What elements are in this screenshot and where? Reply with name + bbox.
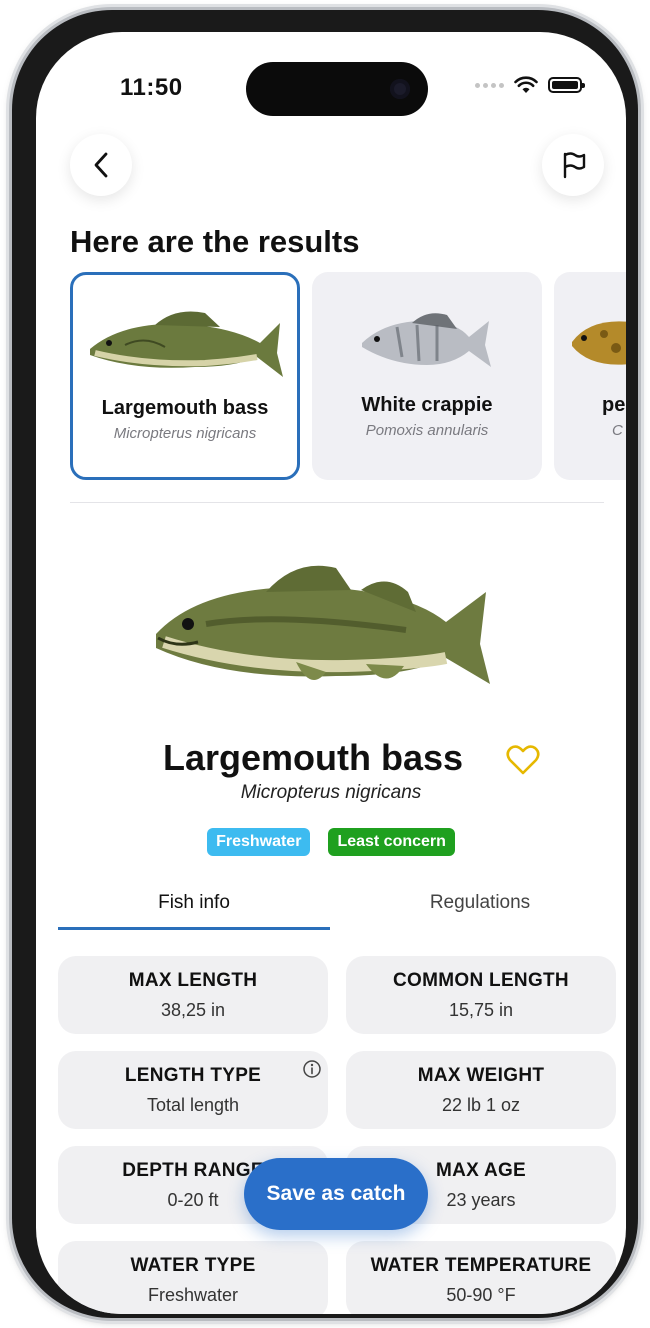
fish-thumbnail	[73, 295, 297, 395]
back-button[interactable]	[70, 134, 132, 196]
power-button	[638, 420, 644, 570]
stat-value: Freshwater	[147, 1285, 239, 1305]
status-icons	[475, 76, 585, 94]
card-scientific-name: Pomoxis annularis	[365, 422, 489, 439]
app-screen: 11:50 Here are the results Largemouth ba…	[36, 32, 626, 1314]
chevron-left-icon	[94, 152, 108, 178]
stat-water-temperature: WATER TEMPERATURE 50-90 °F	[346, 1241, 616, 1314]
stat-value: 38,25 in	[160, 1000, 226, 1020]
status-time: 11:50	[120, 74, 183, 101]
fish-thumbnail	[554, 292, 626, 392]
stat-label: WATER TEMPERATURE	[370, 1255, 592, 1276]
result-card[interactable]: White crappie Pomoxis annularis	[312, 272, 542, 480]
stat-water-type: WATER TYPE Freshwater	[58, 1241, 328, 1314]
favorite-button[interactable]	[506, 744, 540, 781]
card-name: White crappie	[361, 394, 493, 416]
stat-value: 15,75 in	[448, 1000, 514, 1020]
stat-value: Total length	[146, 1095, 240, 1115]
card-scientific-name: C	[612, 422, 623, 439]
card-name: pe	[602, 394, 626, 416]
stat-length-type: LENGTH TYPE Total length	[58, 1051, 328, 1129]
stat-label: MAX LENGTH	[128, 970, 258, 991]
results-title: Here are the results	[70, 224, 360, 259]
fish-photo	[146, 552, 506, 712]
camera-icon	[390, 79, 410, 99]
wifi-icon	[514, 76, 538, 93]
stat-label: COMMON LENGTH	[393, 970, 569, 991]
info-icon[interactable]	[302, 1059, 322, 1079]
fish-thumbnail	[312, 292, 542, 392]
habitat-badge: Freshwater	[207, 828, 311, 856]
tab-regulations[interactable]: Regulations	[344, 892, 616, 914]
info-tabs: Fish info Regulations	[58, 892, 626, 932]
stat-max-weight: MAX WEIGHT 22 lb 1 oz	[346, 1051, 616, 1129]
divider	[70, 502, 604, 503]
card-scientific-name: Micropterus nigricans	[113, 425, 257, 442]
result-card[interactable]: Largemouth bass Micropterus nigricans	[70, 272, 300, 480]
save-as-catch-button[interactable]: Save as catch	[244, 1158, 428, 1230]
dynamic-island	[246, 62, 428, 116]
stat-common-length: COMMON LENGTH 15,75 in	[346, 956, 616, 1034]
results-carousel[interactable]: Largemouth bass Micropterus nigricans Wh…	[70, 272, 626, 482]
conservation-badge: Least concern	[328, 828, 455, 856]
battery-icon	[548, 77, 585, 93]
stat-value: 50-90 °F	[446, 1285, 516, 1305]
species-tags: Freshwater Least concern	[36, 828, 626, 856]
stat-value: 22 lb 1 oz	[441, 1095, 521, 1115]
active-tab-indicator	[58, 927, 330, 930]
flag-icon	[563, 152, 586, 179]
cellular-signal-icon	[475, 82, 504, 88]
result-card[interactable]: pe C	[554, 272, 626, 480]
stat-label: MAX WEIGHT	[417, 1065, 545, 1086]
tab-fish-info[interactable]: Fish info	[58, 892, 330, 914]
report-button[interactable]	[542, 134, 604, 196]
stat-label: WATER TYPE	[130, 1255, 256, 1276]
stat-label: LENGTH TYPE	[124, 1065, 262, 1086]
species-scientific-name: Micropterus nigricans	[240, 782, 422, 803]
phone-frame: 11:50 Here are the results Largemouth ba…	[12, 10, 638, 1318]
heart-icon	[506, 745, 540, 775]
card-name: Largemouth bass	[101, 397, 269, 419]
stat-max-length: MAX LENGTH 38,25 in	[58, 956, 328, 1034]
